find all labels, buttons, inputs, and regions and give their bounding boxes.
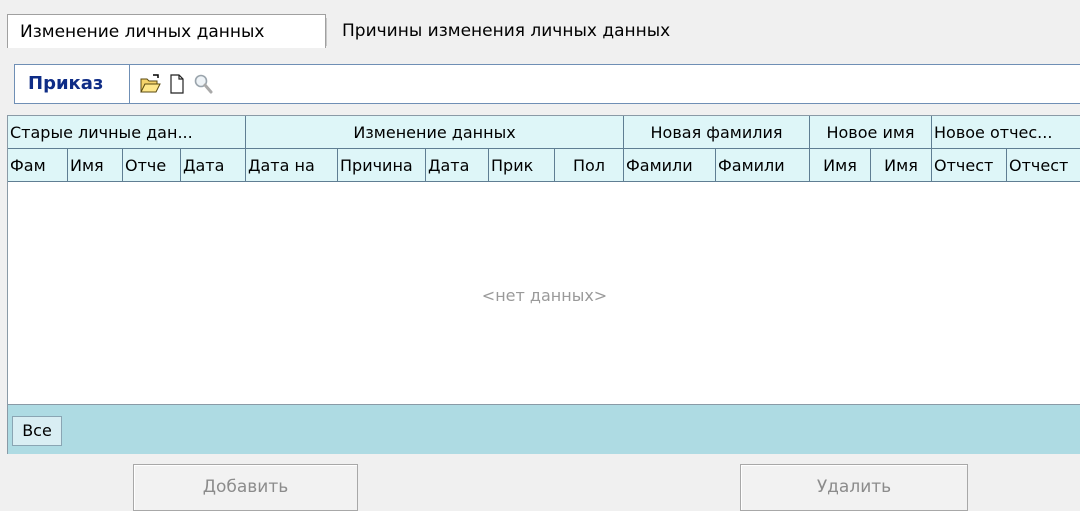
delete-button[interactable]: Удалить [740,464,968,511]
column-header[interactable]: Причина [338,149,426,182]
band-new-surname[interactable]: Новая фамилия [624,116,810,149]
column-header[interactable]: Фамили [716,149,810,182]
open-folder-icon[interactable] [139,73,161,95]
band-old-personal-data[interactable]: Старые личные дан... [8,116,246,149]
column-header[interactable]: Дата на [246,149,338,182]
column-header[interactable]: Прик [489,149,555,182]
search-icon[interactable] [192,73,214,95]
tab-strip: Изменение личных данных Причины изменени… [0,0,1080,52]
band-new-name[interactable]: Новое имя [810,116,932,149]
tab-change-reasons[interactable]: Причины изменения личных данных [342,14,670,48]
column-header[interactable]: Имя [68,149,123,182]
filter-all-button[interactable]: Все [12,416,62,446]
empty-grid-message: <нет данных> [481,286,608,305]
column-header[interactable]: Имя [810,149,871,182]
column-header[interactable]: Отчест [1007,149,1080,182]
band-data-change[interactable]: Изменение данных [246,116,624,149]
order-label: Приказ [15,65,130,103]
data-grid: Старые личные дан... Изменение данных Но… [7,115,1080,454]
new-document-icon[interactable] [166,73,188,95]
tab-personal-data-changes[interactable]: Изменение личных данных [7,14,326,48]
toolbar: Приказ [14,64,1080,104]
column-header[interactable]: Отче [123,149,181,182]
column-header[interactable]: Пол [555,149,624,182]
column-header[interactable]: Дата [426,149,489,182]
add-button[interactable]: Добавить [133,464,358,511]
grid-footer: Все [8,404,1080,454]
column-header[interactable]: Отчест [932,149,1007,182]
tab-separator [326,18,327,46]
column-header[interactable]: Фам [8,149,68,182]
column-header[interactable]: Имя [871,149,932,182]
band-new-patronymic[interactable]: Новое отчес... [932,116,1080,149]
column-header[interactable]: Дата [181,149,246,182]
column-header[interactable]: Фамили [624,149,716,182]
